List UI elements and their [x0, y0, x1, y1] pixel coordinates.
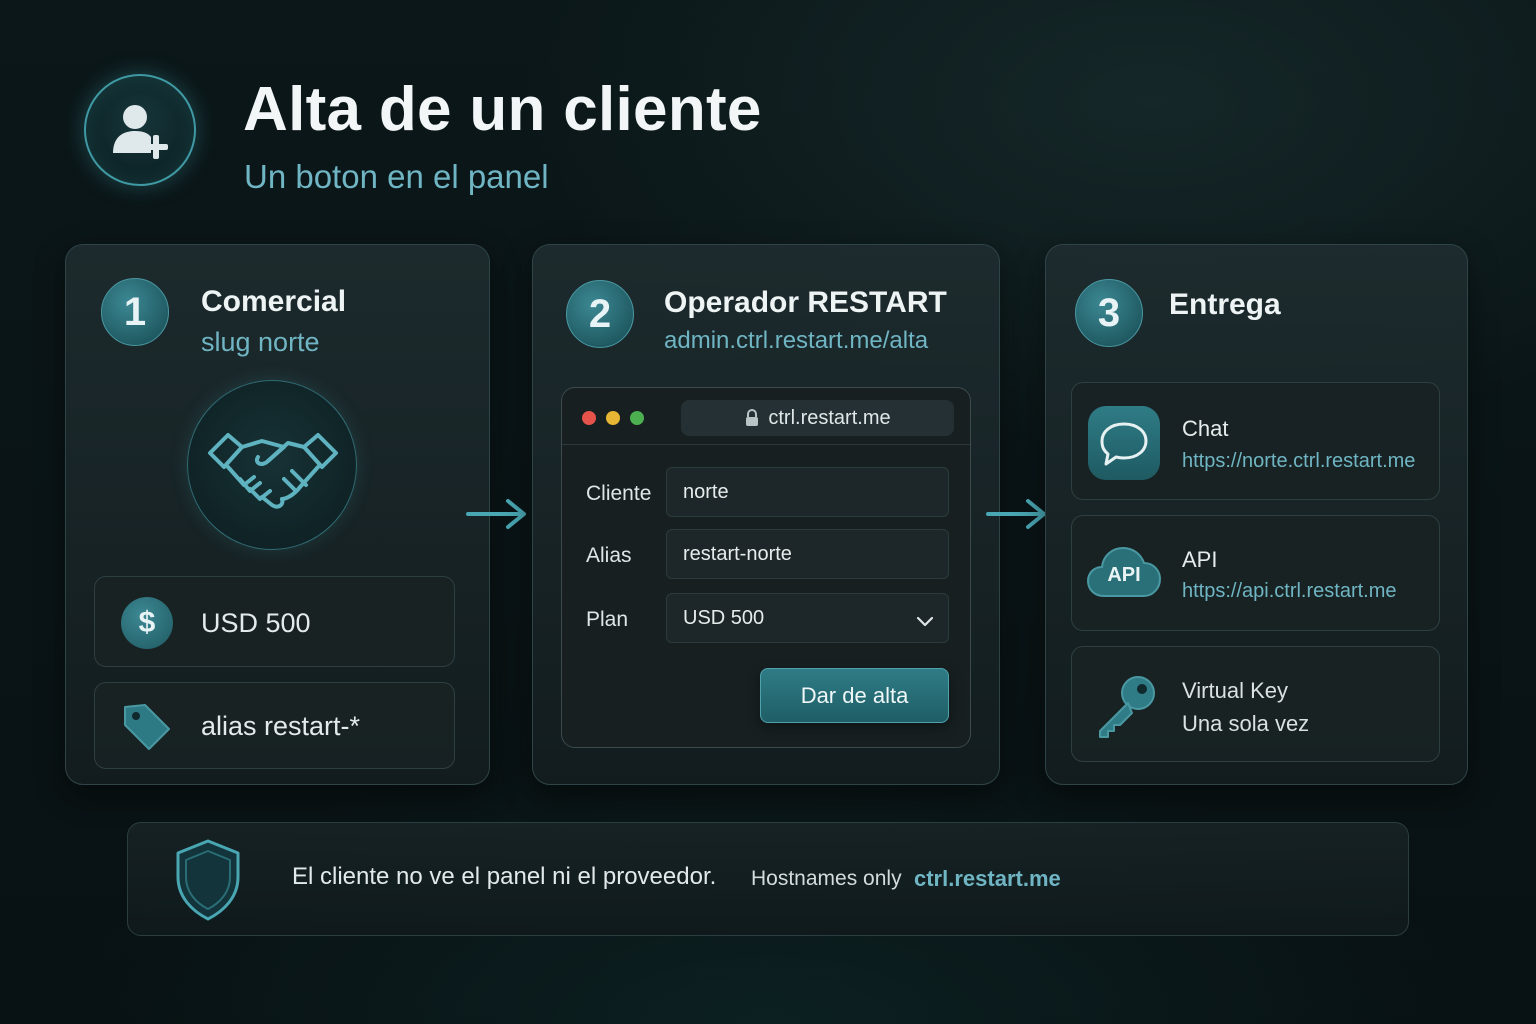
hostname-link[interactable]: ctrl.restart.me — [914, 866, 1061, 892]
privacy-note: El cliente no ve el panel ni el proveedo… — [292, 863, 717, 890]
arrow-right-icon — [466, 497, 530, 531]
step-title: Operador RESTART — [664, 286, 947, 319]
step-subtitle: slug norte — [201, 327, 320, 357]
alias-item: alias restart-* — [94, 682, 455, 769]
api-cloud-icon: API — [1086, 538, 1162, 602]
cliente-label: Cliente — [586, 482, 652, 505]
api-url-link[interactable]: https://api.ctrl.restart.me — [1182, 580, 1397, 603]
dollar-icon: $ — [121, 597, 173, 649]
lock-icon — [744, 409, 760, 427]
hostnames-label: Hostnames only — [751, 867, 902, 890]
user-plus-icon — [84, 74, 196, 186]
chevron-down-icon — [916, 611, 934, 634]
tag-icon — [119, 699, 175, 760]
dar-de-alta-button[interactable]: Dar de alta — [760, 668, 949, 723]
plan-select-value: USD 500 — [683, 606, 765, 629]
step-number-3: 3 — [1075, 279, 1143, 347]
virtual-key-title: Virtual Key — [1182, 678, 1288, 703]
alias-label: alias restart-* — [201, 711, 361, 741]
browser-window: ctrl.restart.me Cliente norte Alias rest… — [561, 387, 971, 748]
alias-field[interactable]: restart-norte — [666, 529, 949, 579]
page-subtitle: Un boton en el panel — [244, 158, 549, 195]
step-card-entrega: 3 Entrega Chat https://norte.ctrl.restar… — [1045, 244, 1468, 785]
close-dot[interactable] — [582, 411, 596, 425]
address-text: ctrl.restart.me — [768, 406, 891, 429]
handshake-icon — [187, 380, 357, 550]
shield-icon — [172, 837, 244, 928]
admin-url-link[interactable]: admin.ctrl.restart.me/alta — [664, 327, 928, 355]
address-bar[interactable]: ctrl.restart.me — [681, 400, 954, 436]
plan-label: Plan — [586, 608, 629, 631]
cliente-field[interactable]: norte — [666, 467, 949, 517]
price-item: $ USD 500 — [94, 576, 455, 667]
step-card-operador: 2 Operador RESTART admin.ctrl.restart.me… — [532, 244, 1000, 785]
api-icon-text: API — [1107, 564, 1141, 586]
plan-select[interactable]: USD 500 — [666, 593, 949, 643]
api-title: API — [1182, 547, 1218, 572]
browser-divider — [562, 444, 970, 445]
virtual-key-detail: Una sola vez — [1182, 711, 1310, 736]
chat-title: Chat — [1182, 416, 1229, 441]
step-title: Comercial — [201, 285, 347, 318]
step-card-comercial: 1 Comercial slug norte $ USD 500 alias r… — [65, 244, 490, 785]
minimize-dot[interactable] — [606, 411, 620, 425]
page-title: Alta de un cliente — [243, 75, 762, 144]
alias-label: Alias — [586, 544, 632, 567]
chat-delivery-item: Chat https://norte.ctrl.restart.me — [1071, 382, 1440, 500]
step-title: Entrega — [1169, 288, 1281, 321]
arrow-right-icon — [986, 497, 1050, 531]
chat-url-link[interactable]: https://norte.ctrl.restart.me — [1182, 450, 1415, 473]
key-icon — [1092, 671, 1160, 744]
price-label: USD 500 — [201, 608, 311, 638]
api-delivery-item: API API https://api.ctrl.restart.me — [1071, 515, 1440, 631]
maximize-dot[interactable] — [630, 411, 644, 425]
chat-icon — [1088, 406, 1160, 480]
step-number-1: 1 — [101, 278, 169, 346]
virtual-key-delivery-item: Virtual Key Una sola vez — [1071, 646, 1440, 762]
footer-note-panel: El cliente no ve el panel ni el proveedo… — [127, 822, 1409, 936]
step-number-2: 2 — [566, 280, 634, 348]
